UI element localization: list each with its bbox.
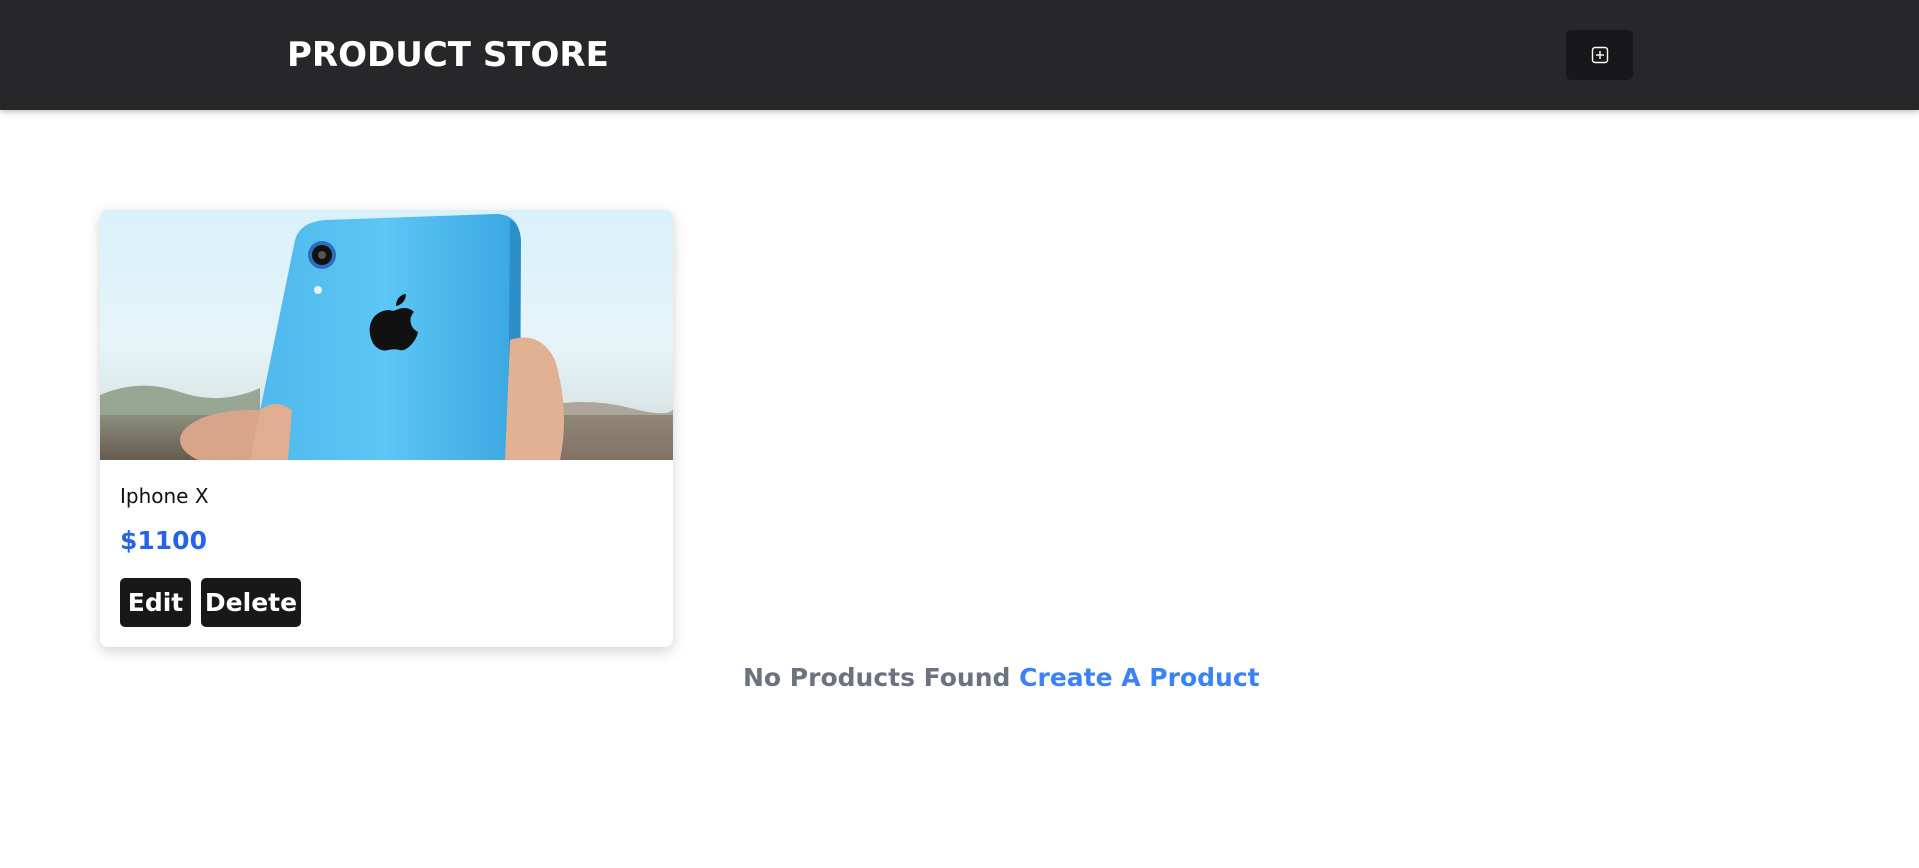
product-card: Iphone X $1100 Edit Delete bbox=[100, 210, 673, 647]
plus-square-icon bbox=[1591, 46, 1609, 64]
store-title[interactable]: PRODUCT STORE bbox=[287, 33, 609, 77]
add-product-button[interactable] bbox=[1566, 30, 1633, 80]
product-image bbox=[100, 210, 673, 470]
empty-state: No Products Found Create A Product bbox=[743, 660, 1260, 696]
product-price: $1100 bbox=[120, 526, 207, 555]
delete-button[interactable]: Delete bbox=[201, 578, 301, 627]
create-product-link[interactable]: Create A Product bbox=[1019, 663, 1259, 692]
edit-button[interactable]: Edit bbox=[120, 578, 191, 627]
empty-state-message: No Products Found bbox=[743, 663, 1011, 692]
product-name: Iphone X bbox=[120, 484, 209, 508]
navbar: PRODUCT STORE bbox=[0, 0, 1919, 110]
